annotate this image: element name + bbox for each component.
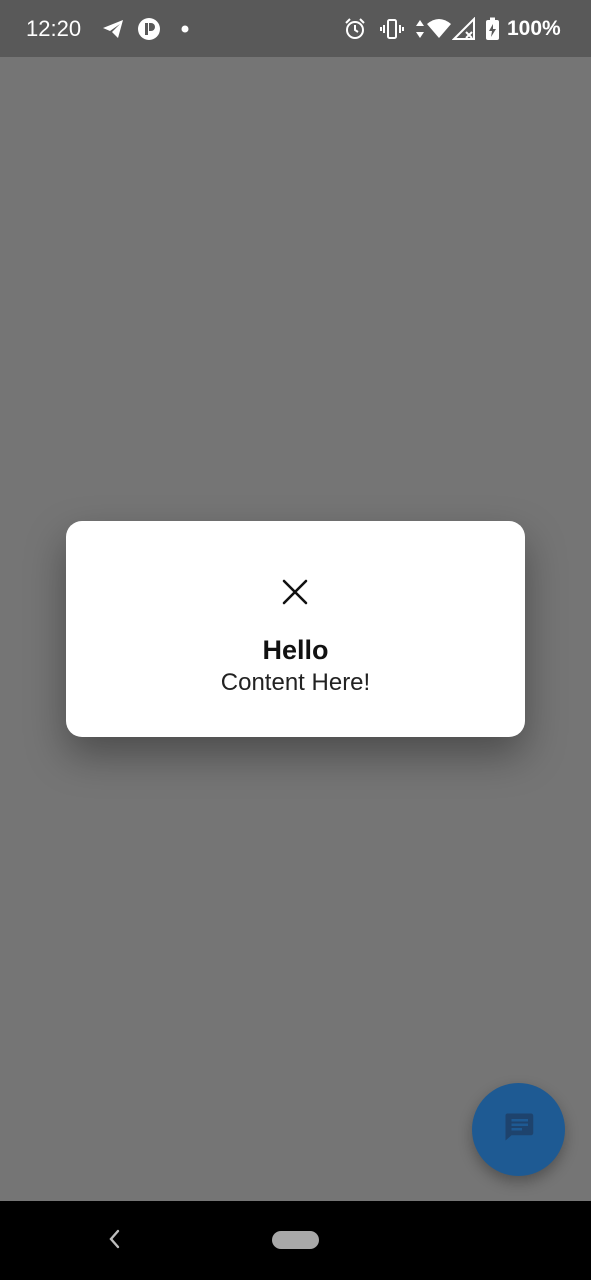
dialog-card [66,521,525,737]
close-icon [282,579,308,610]
alarm-icon [343,17,367,41]
close-button[interactable] [270,569,320,619]
back-button[interactable] [100,1227,128,1255]
notification-dot-icon [173,17,197,41]
battery-percent: 100% [507,17,561,40]
home-pill-button[interactable] [272,1231,319,1249]
chat-fab-button[interactable] [472,1083,565,1176]
cellular-signal-icon [451,16,476,41]
chat-message-icon [501,1109,537,1150]
status-time: 12:20 [26,16,82,41]
dialog-title: Hello [262,635,329,665]
telegram-icon [101,17,125,41]
vibrate-icon [380,17,404,41]
battery-charging-icon [484,17,508,41]
back-chevron-icon [106,1228,122,1255]
status-bar: 12:20 100% [0,0,591,57]
wifi-icon [426,17,451,41]
app-notification-icon [137,17,161,41]
dialog-content: Content Here! [220,669,371,696]
